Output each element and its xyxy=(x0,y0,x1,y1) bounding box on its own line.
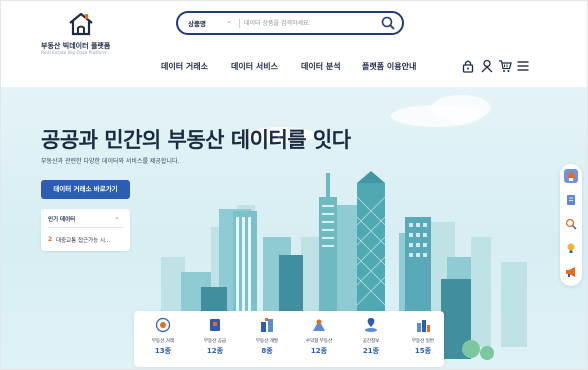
logo-subtitle: Real Estate Big Data Platform xyxy=(41,51,108,56)
search-bar: 상품명 ⌄ xyxy=(176,11,404,35)
category-general[interactable]: 부동산 일반 15종 xyxy=(397,311,449,367)
megaphone-icon[interactable] xyxy=(564,265,578,279)
header: 부동산 빅데이터 플랫폼 Real Estate Big Data Platfo… xyxy=(1,1,587,87)
hero-headline: 공공과 민간의 부동산 데이터를 잇다 xyxy=(41,128,351,152)
chevron-down-icon[interactable]: ⌄ xyxy=(114,213,120,221)
popular-data-widget: 인기 데이터 ⌄ 2 대중교통 접근가능 시... xyxy=(41,209,130,251)
page: 부동산 빅데이터 플랫폼 Real Estate Big Data Platfo… xyxy=(0,0,588,370)
nav-item-platform-guide[interactable]: 플랫폼 이용안내 xyxy=(362,61,416,72)
lock-icon[interactable] xyxy=(461,59,475,73)
income-property-icon xyxy=(313,319,325,331)
spatial-info-icon xyxy=(365,318,377,332)
category-count: 12종 xyxy=(310,347,328,355)
menu-icon[interactable] xyxy=(516,59,530,73)
category-label: 수익형 부동산 xyxy=(305,339,333,344)
popular-rank: 2 xyxy=(48,236,53,243)
search-icon[interactable] xyxy=(380,15,396,31)
search-divider xyxy=(239,19,240,28)
hero-section: 공공과 민간의 부동산 데이터를 잇다 부동산과 관련한 다양한 데이터와 서비… xyxy=(1,87,587,369)
category-count: 13종 xyxy=(154,347,172,355)
category-label: 부동산 개발 xyxy=(255,339,279,344)
category-income-property[interactable]: 수익형 부동산 12종 xyxy=(293,311,345,367)
supply-icon xyxy=(210,319,220,331)
category-label: 공간정보 xyxy=(362,339,380,344)
general-icon xyxy=(417,320,430,332)
chevron-down-icon[interactable]: ⌄ xyxy=(226,17,232,25)
divider xyxy=(48,227,123,228)
logo-title: 부동산 빅데이터 플랫폼 xyxy=(41,42,111,50)
category-count: 8종 xyxy=(261,347,273,355)
user-icon[interactable] xyxy=(480,59,494,73)
site-logo[interactable]: 부동산 빅데이터 플랫폼 Real Estate Big Data Platfo… xyxy=(41,11,136,63)
category-label: 부동산 거래 xyxy=(151,339,175,344)
document-icon[interactable] xyxy=(564,193,578,207)
popular-data-title: 인기 데이터 xyxy=(48,217,76,223)
transaction-icon xyxy=(155,317,171,333)
development-icon xyxy=(261,318,273,332)
category-count: 21종 xyxy=(362,347,380,355)
category-transaction[interactable]: 부동산 거래 13종 xyxy=(137,311,189,367)
search-input[interactable] xyxy=(244,17,374,30)
data-exchange-cta-button[interactable]: 데이터 거래소 바로가기 xyxy=(41,180,130,199)
nav-item-data-analysis[interactable]: 데이터 분석 xyxy=(301,61,341,72)
category-label: 부동산 공급 xyxy=(203,339,227,344)
hero-subline: 부동산과 관련한 다양한 데이터와 서비스를 제공합니다. xyxy=(41,158,180,165)
idea-icon[interactable] xyxy=(564,241,578,255)
category-spatial-info[interactable]: 공간정보 21종 xyxy=(345,311,397,367)
nav-item-data-service[interactable]: 데이터 서비스 xyxy=(231,61,278,72)
popular-data-item[interactable]: 대중교통 접근가능 시... xyxy=(56,236,110,244)
category-panel: 부동산 거래 13종 부동산 공급 12종 부동산 개발 8종 수익형 부동산 … xyxy=(134,311,444,367)
nav-item-data-exchange[interactable]: 데이터 거래소 xyxy=(161,61,208,72)
quick-tools-bar xyxy=(560,164,582,286)
category-development[interactable]: 부동산 개발 8종 xyxy=(241,311,293,367)
category-count: 12종 xyxy=(206,347,224,355)
category-supply[interactable]: 부동산 공급 12종 xyxy=(189,311,241,367)
search-analysis-icon[interactable] xyxy=(564,217,578,231)
category-label: 부동산 일반 xyxy=(411,339,435,344)
search-category-select[interactable]: 상품명 xyxy=(188,18,206,28)
house-logo-icon xyxy=(69,12,93,36)
category-count: 15종 xyxy=(414,347,432,355)
home-icon[interactable] xyxy=(564,169,578,183)
cart-icon[interactable] xyxy=(498,59,512,73)
